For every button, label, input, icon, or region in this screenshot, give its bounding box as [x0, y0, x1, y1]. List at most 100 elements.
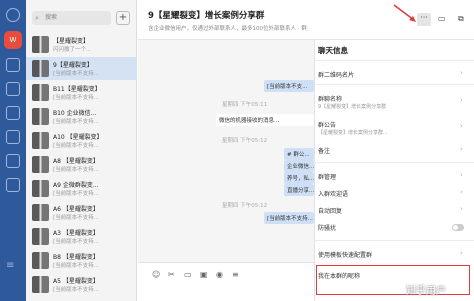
- message-bubble[interactable]: 微信的机器接收的消息...: [216, 114, 314, 126]
- avatar: [32, 84, 49, 101]
- avatar: [32, 132, 49, 149]
- chat-preview: [当前版本不支持...: [53, 167, 99, 173]
- chat-name: 【星耀裂变】: [53, 38, 90, 45]
- group-name-label: 群聊名称: [318, 96, 343, 103]
- smiley-icon[interactable]: ☺: [152, 270, 160, 279]
- panel-title: 聊天信息: [318, 46, 348, 55]
- chat-preview: [当前版本不支持...: [53, 191, 99, 197]
- anti-spam-label: 防骚扰: [318, 225, 337, 232]
- message-composer[interactable]: [138, 262, 314, 301]
- chat-name: B11【星耀裂变】: [53, 86, 101, 93]
- chat-preview: [当前版本不支持...: [53, 119, 99, 125]
- group-notice-value[interactable]: 【星耀裂变】增长案例分享群...: [318, 129, 388, 136]
- image-icon[interactable]: ▣: [200, 270, 208, 279]
- list-item[interactable]: B10 企业微信... [当前版本不支持...: [26, 105, 137, 128]
- message-bubble[interactable]: 直播分享...: [284, 184, 314, 196]
- group-name-value[interactable]: 9【星耀裂变】增长案例分享群: [318, 103, 386, 110]
- search-input[interactable]: ⌕ 搜索: [32, 11, 111, 25]
- avatar[interactable]: [6, 8, 20, 22]
- list-item[interactable]: B8 【星耀裂变】 [当前版本不支持...: [26, 249, 137, 272]
- chevron-right-icon: ›: [460, 188, 463, 196]
- list-item[interactable]: 【星耀裂变】 闪闪撒了一个...: [26, 33, 137, 56]
- scissors-icon[interactable]: ✂: [168, 270, 175, 279]
- search-icon: ⌕: [35, 14, 39, 22]
- drive-icon[interactable]: [6, 154, 20, 168]
- chat-name: A9 企微群裂变...: [53, 182, 99, 189]
- message-bubble[interactable]: 养号，私...: [284, 172, 314, 184]
- chat-name: B10 企业微信...: [53, 110, 97, 117]
- chevron-right-icon: ›: [460, 249, 463, 257]
- chat-subtitle: 含企业微信用户，仅通过外部联系人，最多100位外部联系人 · 群主: 肌肉的运营…: [148, 26, 308, 32]
- divider: [314, 84, 474, 85]
- remark-item[interactable]: 备注: [318, 146, 330, 155]
- welcome-message-item[interactable]: 入群欢迎语: [318, 189, 348, 198]
- chevron-right-icon: ›: [460, 122, 463, 130]
- calendar-icon[interactable]: [6, 82, 20, 96]
- add-chat-button[interactable]: +: [116, 11, 130, 25]
- chat-preview: [当前版本不支持...: [53, 71, 99, 77]
- folder-icon[interactable]: ▭: [184, 270, 192, 279]
- docs-icon[interactable]: [6, 106, 20, 120]
- message-bubble[interactable]: 企业微信...: [284, 160, 314, 172]
- chat-preview: [当前版本不支持...: [53, 95, 99, 101]
- chat-name: A3 【星耀裂变】: [53, 230, 99, 237]
- avatar: [32, 36, 49, 53]
- template-config-item[interactable]: 使用模板快速配置群: [318, 250, 372, 259]
- more-options-button[interactable]: ···: [417, 13, 431, 26]
- list-item[interactable]: A9 企微群裂变... [当前版本不支持...: [26, 177, 137, 200]
- menu-icon[interactable]: ≡: [232, 270, 239, 279]
- avatar: [32, 276, 49, 293]
- anti-spam-toggle[interactable]: [452, 224, 464, 231]
- list-item[interactable]: A6 【星耀裂变】 [当前版本不支持...: [26, 201, 137, 224]
- message-time: 星期四 下午05:12: [222, 138, 268, 144]
- list-item-selected[interactable]: 9【星耀裂变】 [当前版本不支持...: [26, 57, 137, 80]
- chevron-right-icon: ›: [460, 96, 463, 104]
- group-notice-label: 群公告: [318, 122, 337, 129]
- chat-title: 9【星耀裂变】增长案例分享群: [148, 11, 265, 21]
- divider: [314, 60, 474, 61]
- avatar: [32, 156, 49, 173]
- chevron-right-icon: ›: [460, 145, 463, 153]
- workbench-icon[interactable]: [6, 178, 20, 192]
- avatar: [32, 228, 49, 245]
- mail-icon[interactable]: [6, 130, 20, 144]
- chat-preview: 闪闪撒了一个...: [53, 47, 92, 53]
- contacts-icon[interactable]: [6, 58, 20, 72]
- avatar: [32, 252, 49, 269]
- group-manage-item[interactable]: 群管理: [318, 172, 336, 181]
- chat-preview: [当前版本不支持...: [53, 239, 99, 245]
- divider: [314, 240, 474, 241]
- avatar: [32, 108, 49, 125]
- chat-preview: [当前版本不支持...: [53, 143, 99, 149]
- chevron-right-icon: ›: [460, 69, 463, 77]
- mic-icon[interactable]: ◉: [216, 270, 223, 279]
- watermark: 知乎用户: [406, 286, 446, 297]
- video-call-icon[interactable]: ▭: [438, 14, 446, 23]
- settings-menu-icon[interactable]: ≡: [6, 260, 20, 274]
- expand-icon[interactable]: ⧉: [458, 14, 464, 24]
- chat-preview: [当前版本不支持...: [53, 287, 99, 293]
- highlight-box: [316, 265, 470, 295]
- chat-name: A5 【星耀裂变】: [53, 278, 99, 285]
- chat-name: 9【星耀裂变】: [53, 62, 93, 69]
- group-qr-item[interactable]: 群二维码名片: [318, 70, 354, 79]
- chat-name: A8 【星耀裂变】: [53, 158, 99, 165]
- message-time: 星期四 下午05:12: [222, 203, 268, 209]
- list-item[interactable]: A8 【星耀裂变】 [当前版本不支持...: [26, 153, 137, 176]
- list-item[interactable]: A5 【星耀裂变】 [当前版本不支持...: [26, 273, 137, 296]
- chevron-right-icon: ›: [460, 205, 463, 213]
- auto-reply-item[interactable]: 自动回复: [318, 206, 342, 215]
- chat-name: A6 【星耀裂变】: [53, 206, 99, 213]
- message-time: 星期四 下午05:11: [222, 102, 268, 108]
- list-item[interactable]: A3 【星耀裂变】 [当前版本不支持...: [26, 225, 137, 248]
- app-logo: W: [4, 31, 22, 49]
- avatar: [32, 60, 49, 77]
- message-bubble[interactable]: # 群公...: [284, 148, 314, 160]
- list-item[interactable]: B11【星耀裂变】 [当前版本不支持...: [26, 81, 137, 104]
- message-bubble[interactable]: [当前版本不支...: [264, 80, 314, 92]
- app-sidebar: W ≡: [0, 0, 26, 301]
- my-nickname-item[interactable]: 我在本群的昵称: [318, 271, 360, 280]
- list-item[interactable]: A10 【星耀裂变】 [当前版本不支持...: [26, 129, 137, 152]
- message-bubble[interactable]: [当前版本不支持...: [264, 212, 314, 224]
- chat-info-panel: [314, 40, 474, 301]
